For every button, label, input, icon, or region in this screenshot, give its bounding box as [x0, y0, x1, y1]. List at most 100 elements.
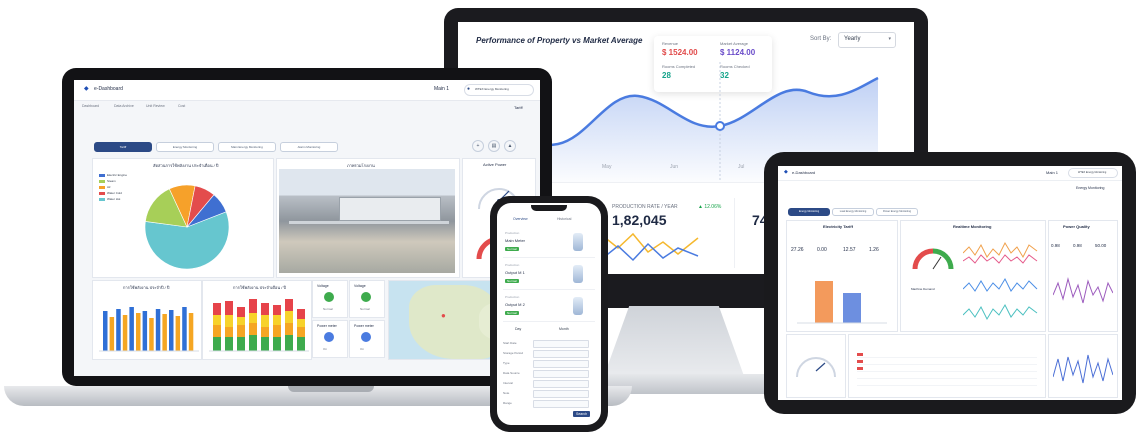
realtime-title: Realtime Monitoring — [953, 224, 992, 229]
map-pin-icon[interactable]: ● — [441, 311, 446, 320]
legend-swatch — [99, 186, 105, 189]
pie-title: สัดส่วนการใช้พลังงาน ประจำเดือน / ปี — [153, 163, 219, 168]
status-card[interactable]: Power meter On — [312, 320, 348, 358]
legend-label: Steam — [107, 179, 116, 183]
meter-card-title: Production — [505, 263, 520, 267]
tab-bar: Tariff Energy Monitoring Main Energy Monit… — [94, 142, 394, 152]
tab-button[interactable]: Main Energy Monitoring — [218, 142, 276, 152]
tariff-value: 12.57 — [843, 247, 856, 253]
form-field[interactable] — [533, 350, 589, 358]
form-field[interactable] — [533, 400, 589, 408]
status-card[interactable]: Voltage Normal — [312, 280, 348, 318]
tooltip-revenue-label: Revenue — [662, 41, 679, 46]
meter-card-value: Output M 1 — [505, 270, 525, 275]
stacked-bar-segment — [237, 325, 245, 337]
status-card[interactable]: Power meter On — [349, 320, 385, 358]
status-card-value: On — [323, 347, 328, 351]
meter-card-title: Production — [505, 295, 520, 299]
tab-button[interactable]: Load Energy Monitoring — [832, 208, 874, 216]
tab-button[interactable]: Energy Monitoring — [788, 208, 830, 216]
form-label: Data Source — [503, 371, 520, 375]
user-label: WTEX Energy Monitoring — [1078, 171, 1107, 174]
tab-button[interactable]: Alarm Monitoring — [280, 142, 338, 152]
tablet-screen: ◆ e-Dashboard Main 1 WTEX Energy Monitor… — [778, 166, 1122, 400]
demand-gauge — [796, 357, 836, 378]
status-card-value: Normal — [323, 307, 333, 311]
phone-tab[interactable]: Overview — [513, 217, 528, 221]
tab-bar: Energy Monitoring Load Energy Monitoring P… — [788, 208, 988, 216]
form-field[interactable] — [533, 380, 589, 388]
status-card-value: On — [360, 347, 365, 351]
monthly-energy-bar-chart — [209, 299, 309, 352]
hover-point[interactable] — [715, 121, 725, 131]
stacked-bar-segment — [285, 311, 293, 323]
add-icon[interactable]: + — [472, 140, 484, 152]
stacked-bar-segment — [213, 337, 221, 351]
nav-item[interactable]: Dashboard — [82, 104, 99, 108]
form-field[interactable] — [533, 360, 589, 368]
realtime-panel: Realtime Monitoring Machine Demand — [900, 220, 1046, 332]
sort-select-value: Yearly — [844, 36, 861, 42]
form-row: Storage Period — [503, 349, 595, 358]
form-label: Storage Period — [503, 351, 524, 355]
form-tab[interactable]: Month — [559, 327, 569, 331]
form-field[interactable] — [533, 340, 589, 348]
lock-icon[interactable]: ▲ — [504, 140, 516, 152]
status-indicator-icon — [361, 292, 371, 302]
header-badge[interactable]: Main 1 — [434, 86, 449, 92]
status-indicator-icon — [361, 332, 371, 342]
form-row: Range — [503, 399, 595, 408]
nav-item[interactable]: Cost — [178, 104, 185, 108]
status-indicator-icon — [324, 292, 334, 302]
status-cards: Voltage Normal Voltage Normal Power meter On P… — [312, 280, 386, 358]
annual-energy-panel: การใช้พลังงาน ประจำปี / ปี — [92, 280, 202, 360]
logo-icon: ◆ — [784, 169, 788, 175]
header-badge[interactable]: Main 1 — [1046, 170, 1058, 175]
print-icon[interactable]: ▤ — [488, 140, 500, 152]
app-header: ◆ e-Dashboard Main 1 ● WTEX Energy Monit… — [74, 80, 540, 101]
form-field[interactable] — [533, 390, 589, 398]
stacked-bar-segment — [297, 337, 305, 351]
form-tab[interactable]: Day — [515, 327, 521, 331]
status-indicator-icon — [324, 332, 334, 342]
meter-card[interactable]: Production Output M 2 Normal — [503, 293, 595, 322]
series-line — [1053, 354, 1113, 384]
phone-tab[interactable]: Historical — [557, 217, 571, 221]
search-button[interactable]: Search — [573, 411, 591, 417]
meter-card-value: Output M 2 — [505, 302, 525, 307]
user-menu[interactable]: ● WTEX Energy Monitoring — [464, 84, 534, 96]
laptop-notch — [288, 386, 374, 392]
form-label: Start Date — [503, 341, 517, 345]
form-field[interactable] — [533, 370, 589, 378]
status-card[interactable]: Voltage Normal — [349, 280, 385, 318]
tooltip-market-label: Market Average — [720, 41, 748, 46]
nav-item[interactable]: Unit Review — [146, 104, 165, 108]
meter-card[interactable]: Production Main Meter Normal — [503, 229, 595, 258]
kpi-change: ▲ 12.06% — [698, 204, 722, 210]
tab-button[interactable]: Tariff — [94, 142, 152, 152]
bar-mark — [155, 309, 161, 351]
sort-select[interactable]: Yearly ▾ — [838, 32, 896, 48]
status-card-title: Power meter — [317, 324, 337, 328]
meter-card[interactable]: Production Output M 1 Normal — [503, 261, 595, 290]
series-line — [1053, 277, 1113, 304]
photo-title: ภาพรวมโรงงาน — [347, 163, 375, 168]
stacked-bar-segment — [285, 299, 293, 311]
form-label: Note — [503, 391, 510, 395]
alarm-badge — [857, 367, 863, 370]
tab-button[interactable]: Energy Monitoring — [156, 142, 214, 152]
form-row: Note — [503, 389, 595, 398]
form-row: Start Date — [503, 339, 595, 348]
legend-label: Electric Engine — [107, 173, 128, 177]
annual-energy-bar-chart — [99, 307, 199, 352]
phone-form: Start Date Storage Period Type Data Source I… — [503, 339, 595, 423]
stacked-bar-segment — [273, 325, 281, 337]
nav-item[interactable]: Data Archive — [114, 104, 134, 108]
bar-mark — [122, 315, 128, 351]
meter-icon — [573, 297, 583, 315]
tab-button[interactable]: Power Energy Monitoring — [876, 208, 918, 216]
stacked-bar-segment — [261, 327, 269, 337]
alarm-badge — [857, 360, 863, 363]
user-menu[interactable]: WTEX Energy Monitoring — [1068, 168, 1118, 178]
alarm-badge — [857, 353, 863, 356]
